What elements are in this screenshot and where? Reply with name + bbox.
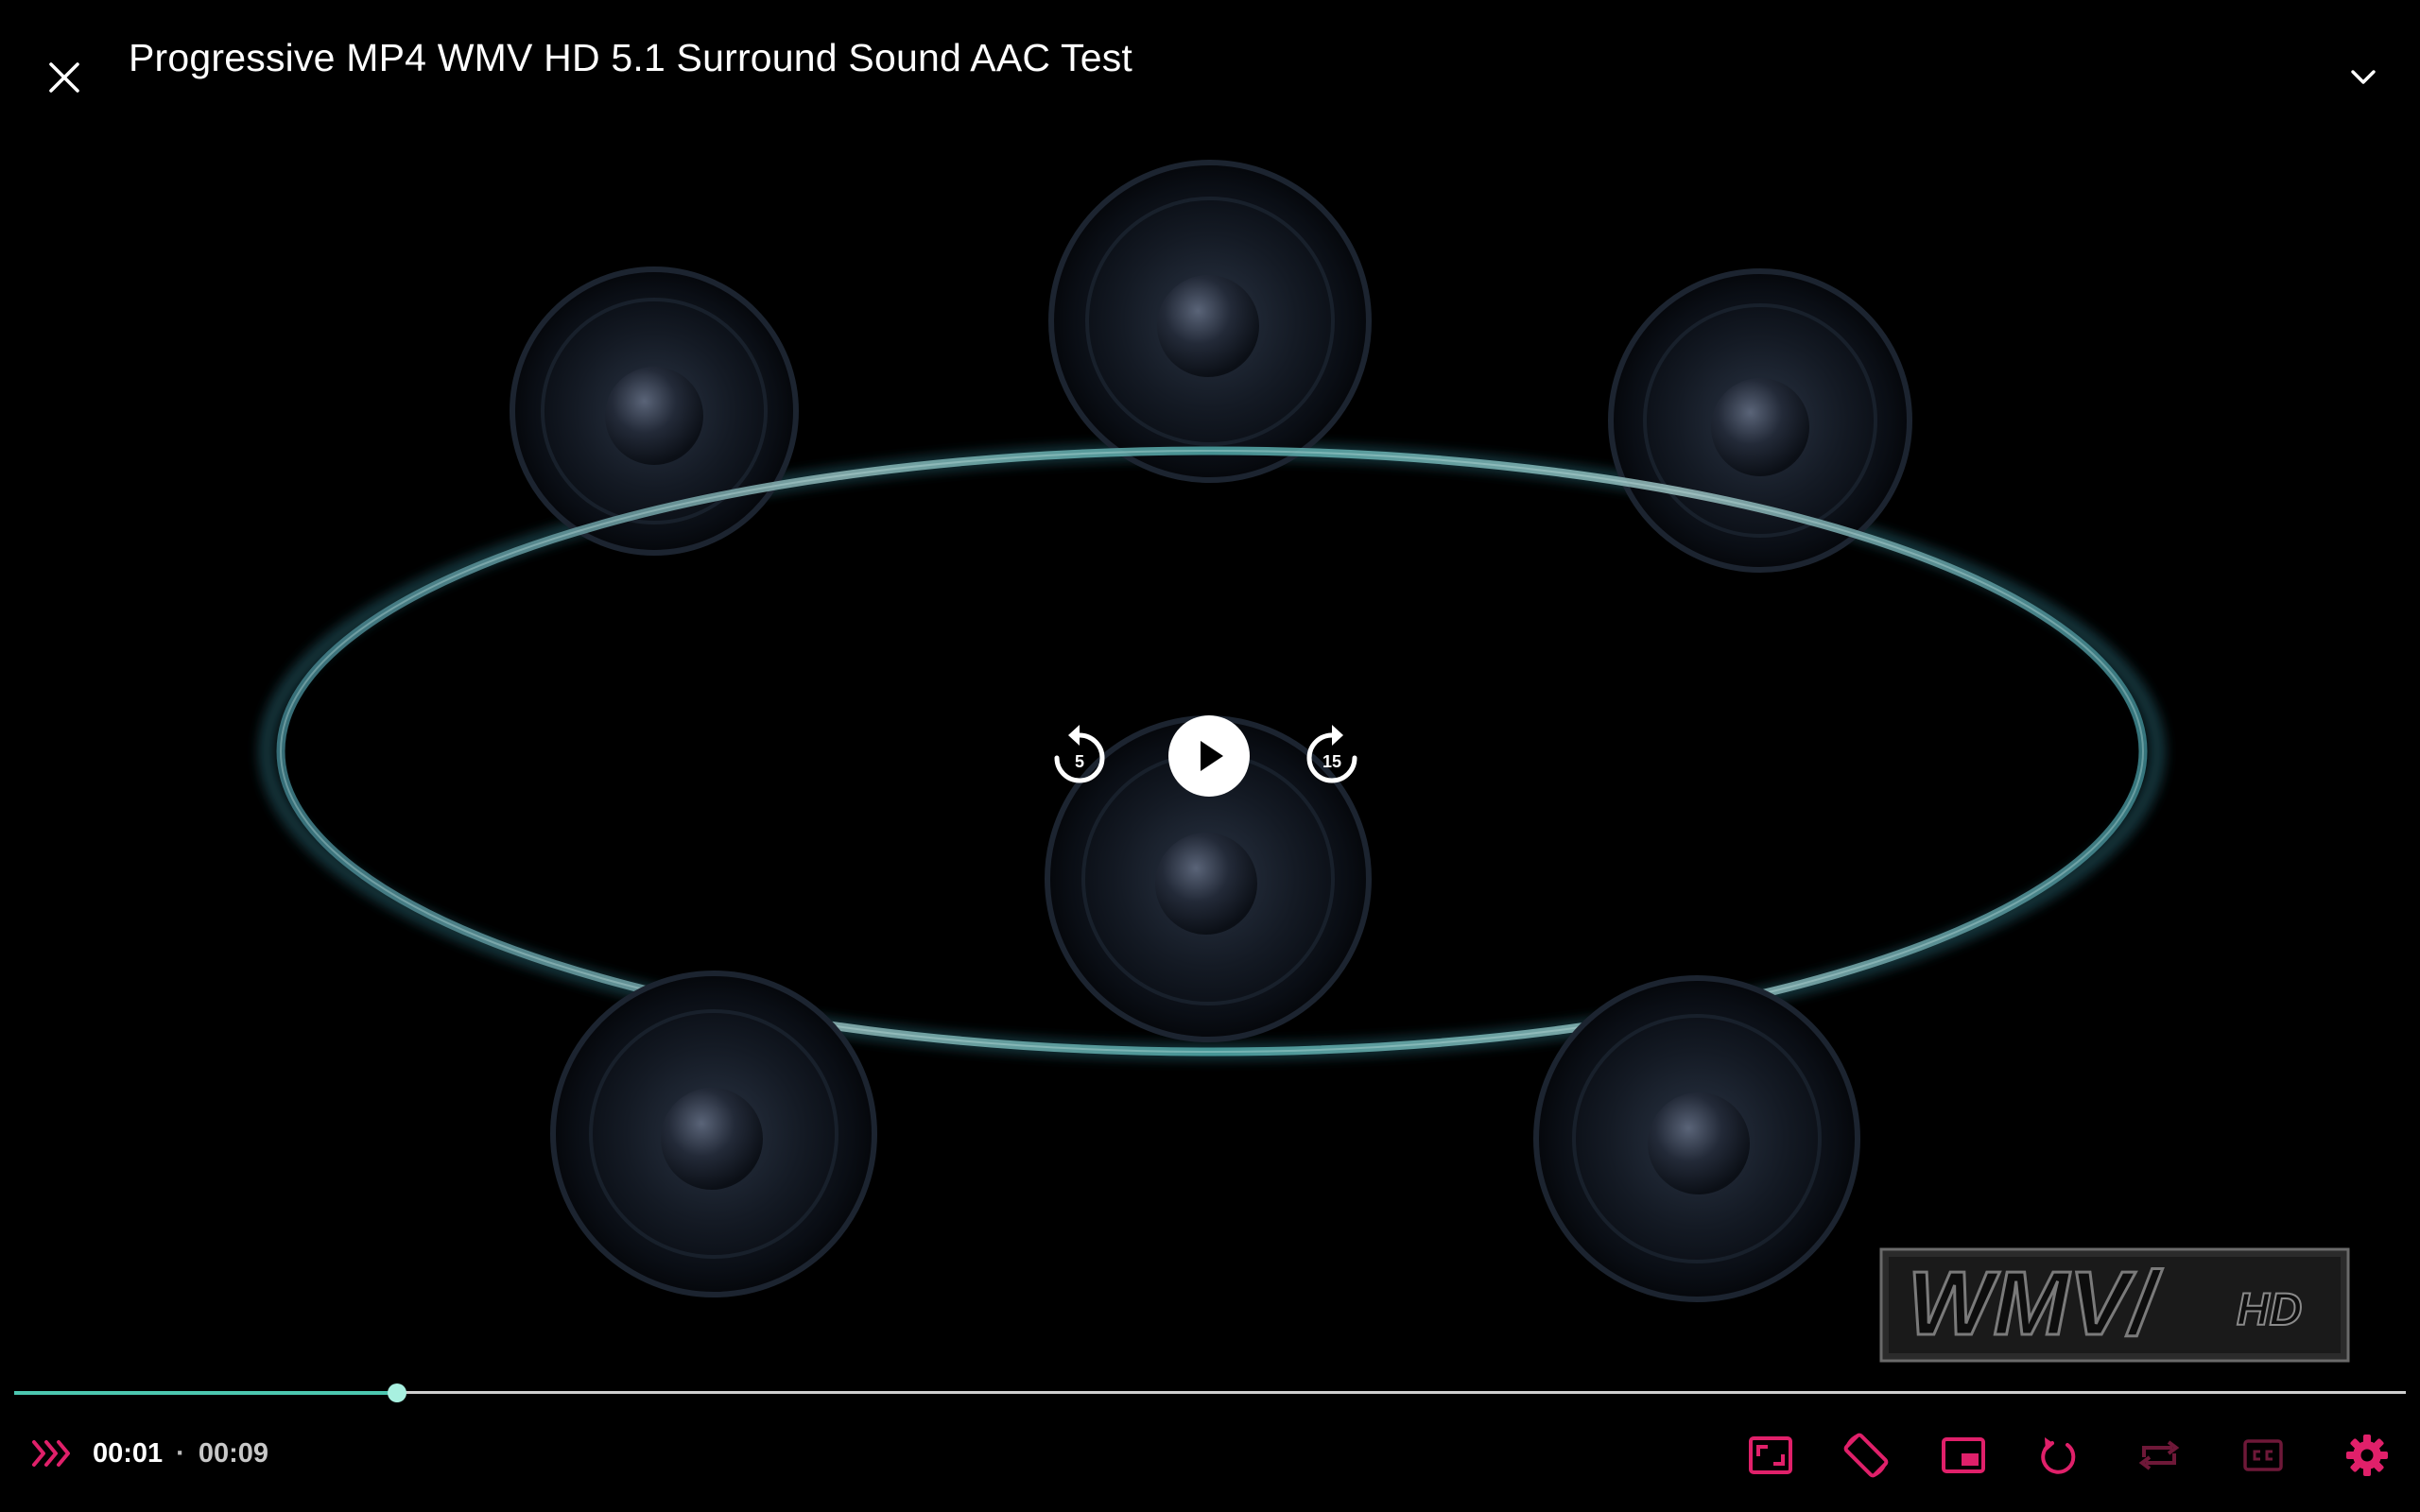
play-icon	[1201, 741, 1223, 771]
aspect-ratio-button[interactable]	[1742, 1427, 1799, 1484]
aspect-ratio-icon	[1749, 1436, 1792, 1474]
replay-button[interactable]	[2031, 1427, 2087, 1484]
playback-speed-button[interactable]	[28, 1435, 76, 1472]
closed-captions-icon	[2243, 1439, 2283, 1471]
bottom-bar: 00:01 · 00:09	[0, 1418, 2420, 1512]
settings-gear-icon	[2346, 1435, 2388, 1476]
settings-button[interactable]	[2339, 1427, 2395, 1484]
close-button[interactable]	[36, 49, 93, 106]
wmv-hd-logo: WMV/ HD	[1879, 1247, 2350, 1363]
speaker-front-right	[1533, 975, 1860, 1302]
speaker-front-left	[550, 971, 877, 1297]
progress-fill	[14, 1391, 397, 1395]
collapse-button[interactable]	[2335, 49, 2392, 106]
progress-thumb[interactable]	[387, 1383, 406, 1402]
picture-in-picture-button[interactable]	[1935, 1427, 1992, 1484]
chevron-down-icon	[2351, 70, 2376, 84]
forward-seconds-label: 15	[1322, 752, 1342, 771]
video-title: Progressive MP4 WMV HD 5.1 Surround Soun…	[129, 36, 1133, 79]
rewind-button[interactable]: 5	[1044, 720, 1115, 792]
playback-speed-icon	[32, 1440, 70, 1467]
rewind-seconds-label: 5	[1074, 752, 1084, 771]
rotate-screen-button[interactable]	[1838, 1427, 1894, 1484]
repeat-icon	[2138, 1440, 2180, 1470]
current-time: 00:01	[93, 1438, 164, 1469]
time-separator: ·	[176, 1438, 185, 1469]
duration: 00:09	[198, 1438, 269, 1469]
closed-captions-button[interactable]	[2235, 1427, 2291, 1484]
close-icon	[49, 62, 79, 93]
picture-in-picture-icon	[1942, 1437, 1985, 1473]
speaker-rear-right	[1608, 268, 1912, 573]
play-button[interactable]	[1168, 715, 1250, 797]
svg-text:HD: HD	[2237, 1285, 2302, 1335]
top-bar: Progressive MP4 WMV HD 5.1 Surround Soun…	[0, 0, 2420, 132]
center-controls: 5 15	[1040, 699, 1380, 813]
replay-icon	[2041, 1437, 2076, 1474]
speaker-center-top	[1048, 160, 1372, 483]
screen-rotation-icon	[1843, 1433, 1889, 1478]
repeat-button[interactable]	[2131, 1427, 2187, 1484]
video-player[interactable]: WMV/ HD Progressive MP4 WMV HD 5.1 Surro…	[0, 0, 2420, 1512]
forward-button[interactable]: 15	[1296, 720, 1368, 792]
time-display: 00:01 · 00:09	[93, 1438, 268, 1469]
progress-bar[interactable]	[14, 1380, 2406, 1406]
svg-text:WMV/: WMV/	[1908, 1253, 2164, 1354]
